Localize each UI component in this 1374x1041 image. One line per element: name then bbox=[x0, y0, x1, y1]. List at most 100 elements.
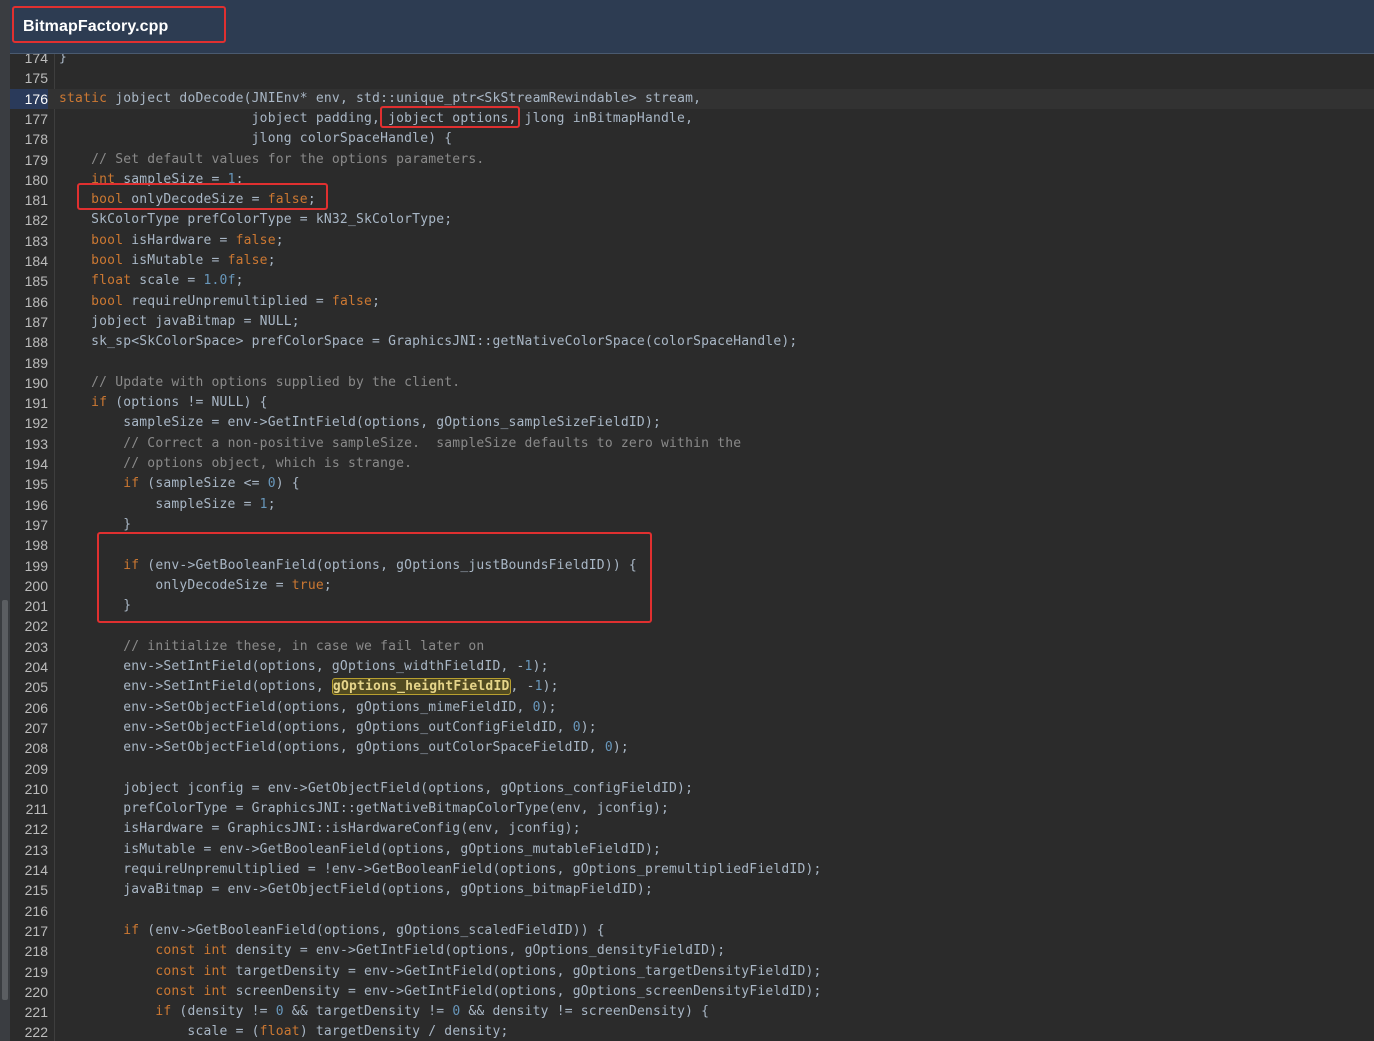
code-text: SkColorType prefColorType = kN32_SkColor… bbox=[59, 212, 453, 228]
code-line[interactable]: 219 const int targetDensity = env->GetIn… bbox=[10, 962, 1374, 982]
code-line[interactable]: 217 if (env->GetBooleanField(options, gO… bbox=[10, 921, 1374, 941]
code-text: sampleSize = 1; bbox=[59, 496, 276, 512]
line-number: 179 bbox=[24, 151, 48, 168]
code-editor[interactable]: 174} 175 176 static jobject doDecode(JNIEnv… bbox=[10, 54, 1374, 1041]
line-number: 187 bbox=[24, 313, 48, 330]
line-number: 200 bbox=[24, 577, 48, 594]
code-text: // Update with options supplied by the c… bbox=[91, 374, 461, 390]
code-line[interactable]: 211 prefColorType = GraphicsJNI::getNati… bbox=[10, 799, 1374, 819]
code-line[interactable]: 174} bbox=[10, 54, 1374, 68]
code-line[interactable]: 196 sampleSize = 1; bbox=[10, 495, 1374, 515]
code-line[interactable]: 194 // options object, which is strange. bbox=[10, 454, 1374, 474]
code-line[interactable]: 182 SkColorType prefColorType = kN32_SkC… bbox=[10, 210, 1374, 230]
code-text: const int density = env->GetIntField(opt… bbox=[155, 943, 726, 959]
code-text: jobject jconfig = env->GetObjectField(op… bbox=[59, 780, 694, 796]
line-number: 222 bbox=[24, 1024, 48, 1041]
code-line[interactable]: 204 env->SetIntField(options, gOptions_w… bbox=[10, 657, 1374, 677]
code-line[interactable]: 192 sampleSize = env->GetIntField(option… bbox=[10, 413, 1374, 433]
code-line[interactable]: 191 if (options != NULL) { bbox=[10, 393, 1374, 413]
code-text: const int targetDensity = env->GetIntFie… bbox=[155, 963, 822, 979]
code-text: onlyDecodeSize = true; bbox=[59, 577, 332, 593]
code-text: bool isHardware = false; bbox=[91, 232, 284, 248]
code-line[interactable]: 178 jlong colorSpaceHandle) { bbox=[10, 129, 1374, 149]
line-number: 176 bbox=[10, 88, 48, 109]
line-number: 210 bbox=[24, 780, 48, 797]
code-line[interactable]: 185 float scale = 1.0f; bbox=[10, 271, 1374, 291]
code-line[interactable]: 181 bool onlyDecodeSize = false; bbox=[10, 190, 1374, 210]
code-line[interactable]: 190 // Update with options supplied by t… bbox=[10, 373, 1374, 393]
code-line[interactable]: 199 if (env->GetBooleanField(options, gO… bbox=[10, 556, 1374, 576]
code-text: prefColorType = GraphicsJNI::getNativeBi… bbox=[59, 801, 670, 817]
code-line[interactable]: 212 isHardware = GraphicsJNI::isHardware… bbox=[10, 819, 1374, 839]
code-text: env->SetIntField(options, gOptions_heigh… bbox=[59, 678, 559, 696]
code-line[interactable]: 183 bool isHardware = false; bbox=[10, 231, 1374, 251]
line-number: 175 bbox=[24, 70, 48, 87]
code-line[interactable]: 210 jobject jconfig = env->GetObjectFiel… bbox=[10, 779, 1374, 799]
code-line[interactable]: 215 javaBitmap = env->GetObjectField(opt… bbox=[10, 880, 1374, 900]
line-number: 212 bbox=[24, 821, 48, 838]
code-line[interactable]: 188 sk_sp<SkColorSpace> prefColorSpace =… bbox=[10, 332, 1374, 352]
code-line[interactable]: 214 requireUnpremultiplied = !env->GetBo… bbox=[10, 860, 1374, 880]
code-line[interactable]: 177 jobject padding, jobject options, jl… bbox=[10, 109, 1374, 129]
code-line[interactable]: 179 // Set default values for the option… bbox=[10, 150, 1374, 170]
code-text: env->SetIntField(options, gOptions_width… bbox=[59, 659, 549, 674]
code-text: if (options != NULL) { bbox=[91, 395, 268, 411]
code-text: // Correct a non-positive sampleSize. sa… bbox=[123, 435, 742, 451]
code-line[interactable]: 207 env->SetObjectField(options, gOption… bbox=[10, 718, 1374, 738]
code-line[interactable]: 201 } bbox=[10, 596, 1374, 616]
line-number: 189 bbox=[24, 354, 48, 371]
code-text: if (sampleSize <= 0) { bbox=[123, 476, 300, 492]
line-number: 177 bbox=[24, 110, 48, 127]
code-line[interactable]: 186 bool requireUnpremultiplied = false; bbox=[10, 292, 1374, 312]
line-number: 201 bbox=[24, 598, 48, 615]
code-line[interactable]: 216 bbox=[10, 901, 1374, 921]
line-number: 184 bbox=[24, 253, 48, 269]
line-number: 213 bbox=[24, 841, 48, 858]
line-number: 188 bbox=[24, 334, 48, 351]
line-number: 182 bbox=[24, 212, 48, 229]
code-line[interactable]: 220 const int screenDensity = env->GetIn… bbox=[10, 982, 1374, 1002]
scrollbar-thumb[interactable] bbox=[2, 600, 8, 1000]
code-line[interactable]: 195 if (sampleSize <= 0) { bbox=[10, 474, 1374, 494]
code-text: env->SetObjectField(options, gOptions_mi… bbox=[59, 699, 557, 715]
code-text: env->SetObjectField(options, gOptions_ou… bbox=[59, 740, 629, 756]
code-line[interactable]: 184 bool isMutable = false; bbox=[10, 251, 1374, 271]
code-text: jlong colorSpaceHandle) { bbox=[59, 131, 453, 147]
code-line[interactable]: 197 } bbox=[10, 515, 1374, 535]
line-number: 181 bbox=[24, 192, 48, 209]
code-line[interactable]: 180 int sampleSize = 1; bbox=[10, 170, 1374, 190]
code-line[interactable]: 218 const int density = env->GetIntField… bbox=[10, 941, 1374, 961]
line-number: 204 bbox=[24, 659, 48, 675]
code-text: bool isMutable = false; bbox=[91, 253, 276, 268]
code-line[interactable]: 206 env->SetObjectField(options, gOption… bbox=[10, 698, 1374, 718]
code-line[interactable]: 176 static jobject doDecode(JNIEnv* env, … bbox=[10, 88, 1374, 109]
code-line[interactable]: 208 env->SetObjectField(options, gOption… bbox=[10, 738, 1374, 758]
code-text: isMutable = env->GetBooleanField(options… bbox=[59, 841, 661, 857]
code-line[interactable]: 205 env->SetIntField(options, gOptions_h… bbox=[10, 677, 1374, 697]
line-number: 178 bbox=[24, 131, 48, 148]
code-line[interactable]: 203 // initialize these, in case we fail… bbox=[10, 637, 1374, 657]
code-line[interactable]: 193 // Correct a non-positive sampleSize… bbox=[10, 434, 1374, 454]
code-line[interactable]: 189 bbox=[10, 353, 1374, 373]
code-text: // options object, which is strange. bbox=[123, 456, 413, 471]
code-line[interactable]: 200 onlyDecodeSize = true; bbox=[10, 576, 1374, 596]
code-line[interactable]: 175 bbox=[10, 68, 1374, 88]
code-line[interactable]: 198 bbox=[10, 535, 1374, 555]
code-text: int sampleSize = 1; bbox=[91, 171, 244, 187]
code-text: sk_sp<SkColorSpace> prefColorSpace = Gra… bbox=[59, 334, 798, 350]
code-line[interactable]: 202 bbox=[10, 616, 1374, 636]
line-number: 205 bbox=[24, 679, 48, 696]
code-text: jobject javaBitmap = NULL; bbox=[59, 313, 300, 329]
left-scrollbar[interactable] bbox=[0, 0, 10, 1041]
code-line[interactable]: 213 isMutable = env->GetBooleanField(opt… bbox=[10, 840, 1374, 860]
line-number: 199 bbox=[24, 557, 48, 574]
code-line[interactable]: 222 scale = (float) targetDensity / dens… bbox=[10, 1022, 1374, 1041]
line-number: 218 bbox=[24, 943, 48, 960]
line-number: 180 bbox=[24, 171, 48, 188]
code-text: } bbox=[59, 54, 68, 65]
file-tab-title[interactable]: BitmapFactory.cpp bbox=[23, 18, 168, 36]
code-line[interactable]: 221 if (density != 0 && targetDensity !=… bbox=[10, 1002, 1374, 1022]
line-number: 221 bbox=[24, 1004, 48, 1021]
code-line[interactable]: 187 jobject javaBitmap = NULL; bbox=[10, 312, 1374, 332]
code-line[interactable]: 209 bbox=[10, 759, 1374, 779]
